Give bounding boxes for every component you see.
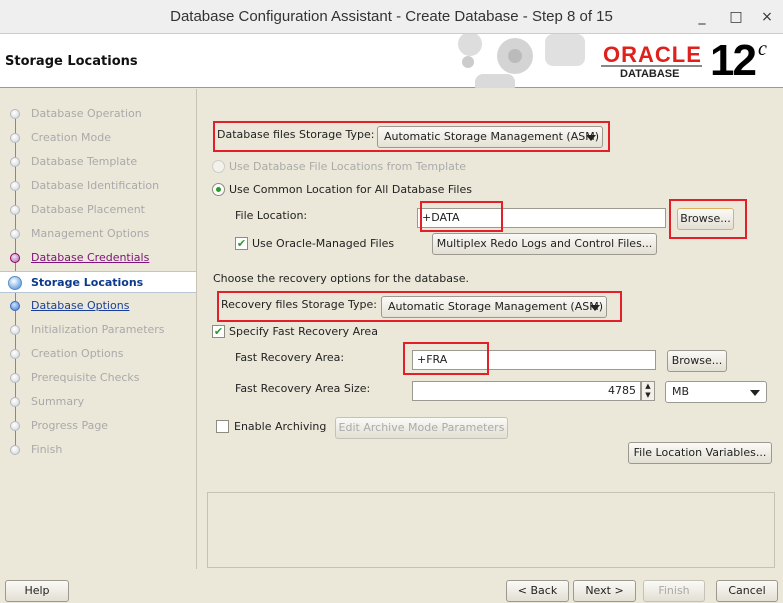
enable-archiving-checkbox[interactable] [216,420,229,433]
gears-decoration-icon [458,34,585,88]
step-indicator-icon [10,349,20,359]
sidebar-step-database-identification: Database Identification [0,175,196,197]
title-bar: Database Configuration Assistant - Creat… [0,0,783,34]
step-indicator-icon [10,301,20,311]
step-indicator-icon [10,253,20,263]
sidebar-step-database-template: Database Template [0,151,196,173]
chevron-down-icon [586,135,596,141]
edit-archive-params-button[interactable]: Edit Archive Mode Parameters [335,417,508,439]
step-indicator-icon [10,181,20,191]
highlight-box [403,342,489,375]
fra-label: Fast Recovery Area: [235,351,345,364]
step-indicator-icon [10,157,20,167]
recovery-intro-text: Choose the recovery options for the data… [213,272,469,285]
sidebar-step-creation-mode: Creation Mode [0,127,196,149]
version-suffix: c [758,38,767,60]
radio-template-label: Use Database File Locations from Templat… [229,160,466,173]
radio-common-label: Use Common Location for All Database Fil… [229,183,472,196]
step-label: Creation Mode [31,131,112,144]
sidebar-step-storage-locations[interactable]: Storage Locations [0,271,196,293]
version-logo: 12 [710,36,757,85]
step-label: Initialization Parameters [31,323,165,336]
highlight-box [669,199,747,239]
back-button[interactable]: < Back [506,580,569,602]
sidebar-step-progress-page: Progress Page [0,415,196,437]
help-button[interactable]: Help [5,580,69,602]
omf-label: Use Oracle-Managed Files [252,237,395,250]
minimize-button[interactable]: _ [691,6,713,28]
fra-size-spinner[interactable]: ▲ ▼ [641,381,655,401]
step-indicator-icon [10,325,20,335]
multiplex-redo-button[interactable]: Multiplex Redo Logs and Control Files... [432,233,657,255]
sidebar-step-database-placement: Database Placement [0,199,196,221]
close-button[interactable]: × [756,6,778,28]
sidebar-step-finish: Finish [0,439,196,461]
recovery-storage-type-label: Recovery files Storage Type: [221,298,377,311]
step-label: Creation Options [31,347,124,360]
radio-template-locations[interactable] [212,160,225,173]
step-label: Management Options [31,227,150,240]
sidebar-step-prerequisite-checks: Prerequisite Checks [0,367,196,389]
window-title: Database Configuration Assistant - Creat… [170,8,613,25]
database-logo-text: DATABASE [620,68,680,80]
header-banner: Storage Locations ORACLE DATABASE 12 c [0,34,783,88]
maximize-button[interactable]: □ [725,6,747,28]
fra-checkbox[interactable]: ✔ [212,325,225,338]
fra-browse-button[interactable]: Browse... [667,350,727,372]
step-label: Finish [31,443,63,456]
chevron-down-icon [590,305,600,311]
enable-archiving-label: Enable Archiving [234,420,327,433]
sidebar-step-database-operation: Database Operation [0,103,196,125]
sidebar-step-creation-options: Creation Options [0,343,196,365]
step-indicator-icon [10,109,20,119]
step-indicator-icon [10,397,20,407]
step-label: Database Identification [31,179,160,192]
sidebar-step-database-options[interactable]: Database Options [0,295,196,317]
next-button[interactable]: Next > [573,580,636,602]
file-location-variables-button[interactable]: File Location Variables... [628,442,772,464]
file-location-label: File Location: [235,209,308,222]
step-label: Database Placement [31,203,145,216]
cancel-button[interactable]: Cancel [716,580,778,602]
fra-unit-value: MB [672,385,690,398]
fra-unit-select[interactable]: MB [665,381,767,403]
step-indicator-icon [10,421,20,431]
step-indicator-icon [10,133,20,143]
db-storage-type-select[interactable]: Automatic Storage Management (ASM) [377,126,603,148]
finish-button[interactable]: Finish [643,580,705,602]
db-storage-type-value: Automatic Storage Management (ASM) [384,130,599,143]
radio-common-location[interactable] [212,183,225,196]
highlight-box [420,201,503,232]
step-label: Database Options [31,299,130,312]
chevron-down-icon [750,390,760,396]
step-label: Database Operation [31,107,142,120]
fra-size-label: Fast Recovery Area Size: [235,382,371,395]
step-indicator-icon [10,229,20,239]
recovery-storage-type-value: Automatic Storage Management (ASM) [388,300,603,313]
step-label: Storage Locations [31,276,144,289]
step-label: Database Credentials [31,251,150,264]
logo-divider [601,65,702,67]
step-indicator-icon [8,276,22,290]
step-indicator-icon [10,205,20,215]
page-title: Storage Locations [5,54,138,69]
recovery-storage-type-select[interactable]: Automatic Storage Management (ASM) [381,296,607,318]
step-label: Summary [31,395,85,408]
sidebar-step-database-credentials[interactable]: Database Credentials [0,247,196,269]
sidebar-step-summary: Summary [0,391,196,413]
fra-checkbox-label: Specify Fast Recovery Area [229,325,378,338]
fra-size-input[interactable]: 4785 [412,381,641,401]
step-label: Database Template [31,155,138,168]
step-label: Prerequisite Checks [31,371,140,384]
sidebar-step-initialization-parameters: Initialization Parameters [0,319,196,341]
omf-checkbox[interactable]: ✔ [235,237,248,250]
sidebar-step-management-options: Management Options [0,223,196,245]
db-storage-type-label: Database files Storage Type: [217,128,375,141]
step-indicator-icon [10,373,20,383]
step-label: Progress Page [31,419,109,432]
step-indicator-icon [10,445,20,455]
message-area [207,492,775,568]
